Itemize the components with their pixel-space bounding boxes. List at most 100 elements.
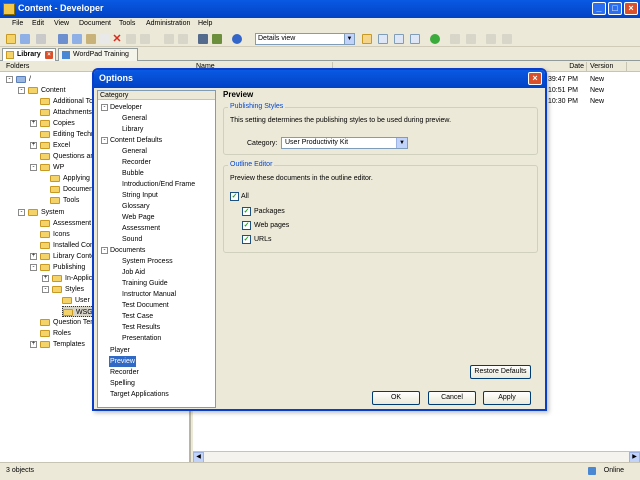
refresh-icon[interactable] bbox=[430, 34, 440, 44]
menu-edit[interactable]: Edit bbox=[32, 20, 44, 27]
print-icon[interactable] bbox=[36, 34, 46, 44]
find-icon[interactable] bbox=[198, 34, 208, 44]
tree-root[interactable]: / bbox=[16, 74, 31, 85]
horizontal-scrollbar[interactable]: ◀ ▶ bbox=[193, 451, 640, 463]
tree-toggle[interactable]: + bbox=[30, 142, 37, 149]
details-view-icon[interactable] bbox=[362, 34, 372, 44]
properties-icon[interactable] bbox=[502, 34, 512, 44]
cut-icon[interactable] bbox=[58, 34, 68, 44]
dialog-close-button[interactable]: × bbox=[528, 72, 542, 85]
category-item[interactable]: Test Document bbox=[122, 300, 169, 311]
category-item[interactable]: Library bbox=[122, 124, 143, 135]
close-icon[interactable]: × bbox=[45, 51, 53, 59]
category-documents[interactable]: Documents bbox=[110, 245, 145, 256]
tree-item-system[interactable]: System bbox=[28, 207, 64, 218]
edit-icon[interactable] bbox=[100, 34, 110, 44]
cancel-button[interactable]: Cancel bbox=[428, 391, 476, 405]
category-item[interactable]: General bbox=[122, 146, 147, 157]
category-target-applications[interactable]: Target Applications bbox=[110, 389, 169, 400]
category-item[interactable]: Training Guide bbox=[122, 278, 168, 289]
urls-checkbox[interactable]: ✓ bbox=[242, 235, 251, 244]
category-item[interactable]: Introduction/End Frame bbox=[122, 179, 195, 190]
tree-toggle[interactable]: - bbox=[101, 247, 108, 254]
category-item[interactable]: Job Aid bbox=[122, 267, 145, 278]
column-version[interactable]: Version bbox=[587, 62, 627, 72]
category-item[interactable]: Instructor Manual bbox=[122, 289, 176, 300]
menu-help[interactable]: Help bbox=[198, 20, 212, 27]
category-item[interactable]: Sound bbox=[122, 234, 142, 245]
menu-tools[interactable]: Tools bbox=[119, 20, 135, 27]
column-date[interactable]: Date bbox=[545, 62, 587, 72]
category-item[interactable]: Assessment bbox=[122, 223, 160, 234]
help-icon[interactable] bbox=[232, 34, 242, 44]
tab-library[interactable]: Library × bbox=[2, 48, 56, 61]
tree-toggle[interactable]: + bbox=[42, 275, 49, 282]
tree-item-styles[interactable]: Styles bbox=[52, 284, 84, 295]
all-checkbox[interactable]: ✓ bbox=[230, 192, 239, 201]
tree-item[interactable]: Roles bbox=[40, 328, 71, 339]
tree-item[interactable]: Questions and bbox=[40, 151, 98, 162]
forward-icon[interactable] bbox=[178, 34, 188, 44]
check-in-icon[interactable] bbox=[450, 34, 460, 44]
tree-item-wsg-selected[interactable]: WSG bbox=[62, 306, 96, 317]
redo-icon[interactable] bbox=[140, 34, 150, 44]
tree-item-publishing[interactable]: Publishing bbox=[40, 262, 85, 273]
tree-item[interactable]: Applying F bbox=[50, 173, 96, 184]
tree-toggle[interactable]: - bbox=[18, 87, 25, 94]
tree-toggle[interactable]: - bbox=[101, 137, 108, 144]
category-preview-selected[interactable]: Preview bbox=[109, 356, 136, 367]
tree-item[interactable]: Templates bbox=[40, 339, 85, 350]
tree-toggle[interactable]: + bbox=[30, 253, 37, 260]
undo-icon[interactable] bbox=[126, 34, 136, 44]
category-spelling[interactable]: Spelling bbox=[110, 378, 135, 389]
tree-toggle[interactable]: - bbox=[42, 286, 49, 293]
view-select[interactable]: Details view ▼ bbox=[255, 33, 355, 45]
category-content-defaults[interactable]: Content Defaults bbox=[110, 135, 162, 146]
menu-view[interactable]: View bbox=[54, 20, 69, 27]
category-item[interactable]: String Input bbox=[122, 190, 158, 201]
new-folder-icon[interactable] bbox=[6, 34, 16, 44]
close-button[interactable]: × bbox=[624, 2, 638, 15]
tree-item-content[interactable]: Content bbox=[28, 85, 66, 96]
check-out-icon[interactable] bbox=[466, 34, 476, 44]
category-player[interactable]: Player bbox=[110, 345, 130, 356]
copy-icon[interactable] bbox=[72, 34, 82, 44]
category-item[interactable]: General bbox=[122, 113, 147, 124]
packages-checkbox[interactable]: ✓ bbox=[242, 207, 251, 216]
tree-item[interactable]: In-Applica bbox=[52, 273, 96, 284]
tree-toggle[interactable]: + bbox=[30, 341, 37, 348]
ok-button[interactable]: OK bbox=[372, 391, 420, 405]
tree-item[interactable]: Assessment T bbox=[40, 218, 97, 229]
category-item[interactable]: Test Case bbox=[122, 311, 153, 322]
tab-wordpad-training[interactable]: WordPad Training bbox=[58, 48, 138, 61]
tree-item[interactable]: Tools bbox=[50, 195, 79, 206]
minimize-button[interactable]: _ bbox=[592, 2, 606, 15]
category-item[interactable]: Test Results bbox=[122, 322, 160, 333]
save-icon[interactable] bbox=[20, 34, 30, 44]
list-view-icon[interactable] bbox=[378, 34, 388, 44]
tree-item[interactable]: Attachments bbox=[40, 107, 92, 118]
category-item[interactable]: Presentation bbox=[122, 333, 161, 344]
restore-defaults-button[interactable]: Restore Defaults bbox=[470, 365, 531, 379]
tree-item[interactable]: Copies bbox=[40, 118, 75, 129]
publish-icon[interactable] bbox=[486, 34, 496, 44]
menu-administration[interactable]: Administration bbox=[146, 20, 190, 27]
paste-icon[interactable] bbox=[86, 34, 96, 44]
tree-toggle[interactable]: + bbox=[30, 120, 37, 127]
back-icon[interactable] bbox=[164, 34, 174, 44]
category-item[interactable]: Glossary bbox=[122, 201, 150, 212]
tree-item[interactable]: Additional Top bbox=[40, 96, 97, 107]
category-recorder[interactable]: Recorder bbox=[110, 367, 139, 378]
tree-item-wp[interactable]: WP bbox=[40, 162, 64, 173]
tree-item[interactable]: Question Tem bbox=[40, 317, 96, 328]
category-developer[interactable]: Developer bbox=[110, 102, 142, 113]
delete-icon[interactable]: ✕ bbox=[112, 34, 122, 45]
split-view-icon[interactable] bbox=[394, 34, 404, 44]
spelling-icon[interactable] bbox=[212, 34, 222, 44]
tree-item[interactable]: Editing Techni bbox=[40, 129, 96, 140]
tree-item[interactable]: Excel bbox=[40, 140, 70, 151]
tree-item[interactable]: Installed Cont bbox=[40, 240, 96, 251]
category-item[interactable]: System Process bbox=[122, 256, 173, 267]
category-select[interactable]: User Productivity Kit ▼ bbox=[281, 137, 408, 149]
tree-toggle[interactable]: - bbox=[30, 264, 37, 271]
